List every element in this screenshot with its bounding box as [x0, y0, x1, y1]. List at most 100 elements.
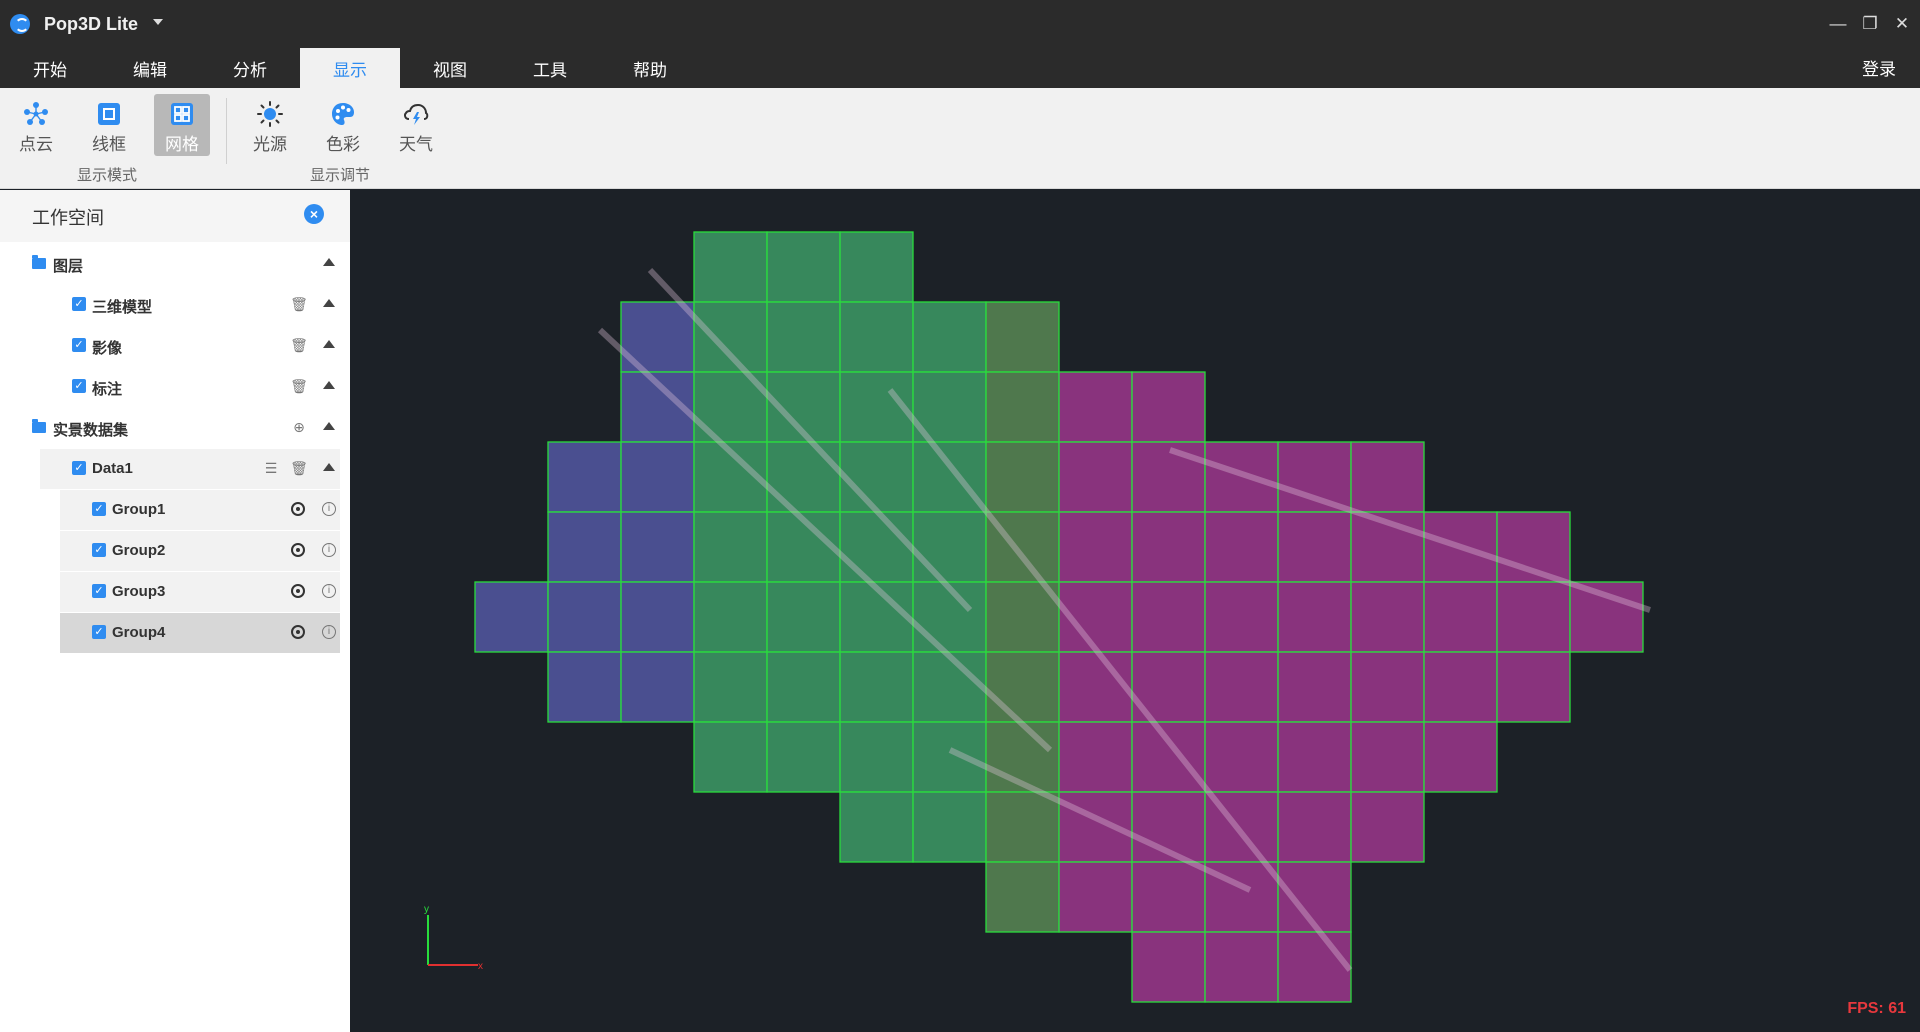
- mesh-tile[interactable]: [1277, 441, 1352, 513]
- mesh-tile[interactable]: [693, 651, 768, 723]
- trash-icon[interactable]: 🗑: [290, 336, 308, 354]
- collapse-icon[interactable]: [323, 340, 335, 348]
- mesh-tile[interactable]: [839, 651, 914, 723]
- tree-node-group[interactable]: ✓ Group1 i: [60, 490, 340, 530]
- mesh-tile[interactable]: [1423, 721, 1498, 793]
- mesh-tile[interactable]: [1058, 441, 1133, 513]
- mesh-tile[interactable]: [547, 651, 622, 723]
- mesh-tile[interactable]: [839, 231, 914, 303]
- checkbox[interactable]: ✓: [92, 584, 106, 598]
- tab-tools[interactable]: 工具: [500, 48, 600, 88]
- weather-button[interactable]: 天气: [388, 94, 444, 156]
- mesh-tile[interactable]: [766, 581, 841, 653]
- mesh-tile[interactable]: [1350, 651, 1425, 723]
- mesh-tile[interactable]: [1058, 511, 1133, 583]
- mesh-tile[interactable]: [693, 511, 768, 583]
- 3d-viewport[interactable]: y x FPS: 61: [350, 190, 1920, 1032]
- info-icon[interactable]: i: [322, 502, 336, 516]
- mesh-tile[interactable]: [1277, 791, 1352, 863]
- mesh-tile[interactable]: [620, 511, 695, 583]
- mesh-tile[interactable]: [912, 721, 987, 793]
- mesh-tile[interactable]: [985, 861, 1060, 933]
- tab-help[interactable]: 帮助: [600, 48, 700, 88]
- mesh-tile[interactable]: [1058, 721, 1133, 793]
- mesh-tile[interactable]: [1058, 861, 1133, 933]
- mesh-tile[interactable]: [1350, 791, 1425, 863]
- tab-display[interactable]: 显示: [300, 48, 400, 88]
- checkbox[interactable]: ✓: [72, 379, 86, 393]
- mesh-tile[interactable]: [474, 581, 549, 653]
- mesh-tile[interactable]: [839, 511, 914, 583]
- tree-node-data1[interactable]: ✓ Data1 ☰ 🗑: [40, 449, 340, 489]
- mesh-tile[interactable]: [839, 581, 914, 653]
- wireframe-button[interactable]: 线框: [81, 94, 137, 156]
- mesh-tile[interactable]: [839, 791, 914, 863]
- mesh-tile[interactable]: [1131, 511, 1206, 583]
- add-icon[interactable]: ⊕: [290, 418, 308, 436]
- mesh-tile[interactable]: [693, 581, 768, 653]
- workspace-close-icon[interactable]: ×: [304, 204, 324, 224]
- mesh-tile[interactable]: [693, 231, 768, 303]
- app-menu-dropdown-icon[interactable]: [153, 19, 163, 25]
- collapse-icon[interactable]: [323, 258, 335, 266]
- mesh-tile[interactable]: [985, 441, 1060, 513]
- trash-icon[interactable]: 🗑: [290, 295, 308, 313]
- mesh-tile[interactable]: [1204, 581, 1279, 653]
- mesh-tile[interactable]: [693, 721, 768, 793]
- tile-mesh-canvas[interactable]: [350, 190, 1920, 1032]
- mesh-tile[interactable]: [1277, 581, 1352, 653]
- mesh-tile[interactable]: [1131, 581, 1206, 653]
- tree-node-group-selected[interactable]: ✓ Group4 i: [60, 613, 340, 653]
- locate-icon[interactable]: [291, 625, 305, 639]
- restore-button[interactable]: ❐: [1858, 12, 1882, 36]
- trash-icon[interactable]: 🗑: [290, 377, 308, 395]
- tree-node-dataset[interactable]: 实景数据集 ⊕: [0, 408, 340, 448]
- point-cloud-button[interactable]: 点云: [8, 94, 64, 156]
- mesh-tile[interactable]: [766, 651, 841, 723]
- mesh-tile[interactable]: [1058, 371, 1133, 443]
- mesh-tile[interactable]: [1204, 441, 1279, 513]
- mesh-tile[interactable]: [985, 651, 1060, 723]
- mesh-tile[interactable]: [985, 301, 1060, 373]
- tab-analyze[interactable]: 分析: [200, 48, 300, 88]
- tab-view[interactable]: 视图: [400, 48, 500, 88]
- mesh-tile[interactable]: [1350, 441, 1425, 513]
- login-button[interactable]: 登录: [1862, 48, 1896, 92]
- mesh-tile[interactable]: [620, 651, 695, 723]
- light-button[interactable]: 光源: [242, 94, 298, 156]
- palette-button[interactable]: 色彩: [315, 94, 371, 156]
- mesh-tile[interactable]: [839, 721, 914, 793]
- info-icon[interactable]: i: [322, 625, 336, 639]
- mesh-tile[interactable]: [766, 301, 841, 373]
- locate-icon[interactable]: [291, 543, 305, 557]
- tree-node-layer[interactable]: ✓ 三维模型 🗑: [0, 285, 340, 325]
- close-button[interactable]: ✕: [1890, 12, 1914, 36]
- mesh-tile[interactable]: [912, 791, 987, 863]
- mesh-tile[interactable]: [547, 441, 622, 513]
- mesh-tile[interactable]: [1277, 511, 1352, 583]
- mesh-tile[interactable]: [1131, 441, 1206, 513]
- mesh-tile[interactable]: [1277, 721, 1352, 793]
- checkbox[interactable]: ✓: [72, 338, 86, 352]
- tab-edit[interactable]: 编辑: [100, 48, 200, 88]
- mesh-tile[interactable]: [1131, 371, 1206, 443]
- locate-icon[interactable]: [291, 502, 305, 516]
- mesh-tile[interactable]: [547, 581, 622, 653]
- trash-icon[interactable]: 🗑: [290, 459, 308, 477]
- mesh-tile[interactable]: [766, 231, 841, 303]
- mesh-tile[interactable]: [839, 441, 914, 513]
- info-icon[interactable]: i: [322, 543, 336, 557]
- mesh-tile[interactable]: [1277, 651, 1352, 723]
- tree-node-group[interactable]: ✓ Group2 i: [60, 531, 340, 571]
- list-icon[interactable]: ☰: [262, 459, 280, 477]
- tree-node-layers[interactable]: 图层: [0, 244, 340, 284]
- collapse-icon[interactable]: [323, 463, 335, 471]
- mesh-tile[interactable]: [839, 301, 914, 373]
- tab-start[interactable]: 开始: [0, 48, 100, 88]
- tree-node-group[interactable]: ✓ Group3 i: [60, 572, 340, 612]
- mesh-tile[interactable]: [620, 441, 695, 513]
- mesh-tile[interactable]: [1204, 651, 1279, 723]
- checkbox[interactable]: ✓: [92, 502, 106, 516]
- mesh-tile[interactable]: [1204, 511, 1279, 583]
- mesh-tile[interactable]: [547, 511, 622, 583]
